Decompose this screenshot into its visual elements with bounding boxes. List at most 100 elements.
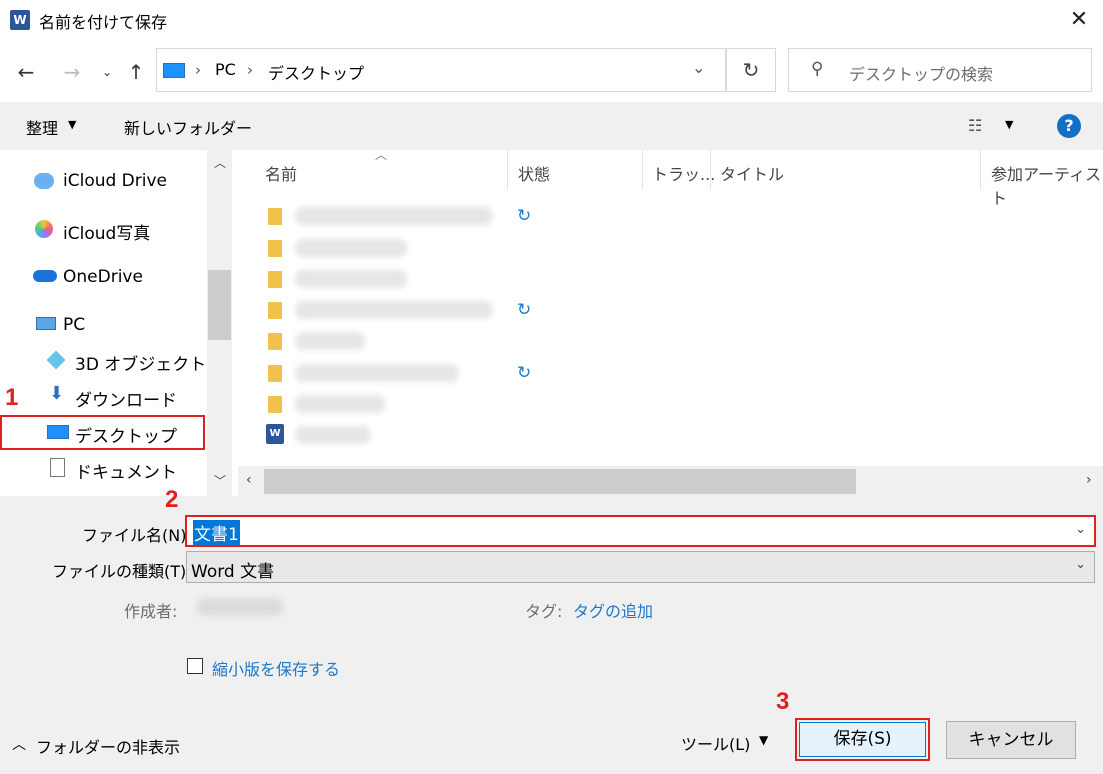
refresh-icon: ↻ <box>742 58 760 82</box>
folder-icon <box>268 333 282 350</box>
filename-input[interactable]: 文書1 ⌄ <box>185 515 1096 547</box>
folder-icon <box>268 208 282 225</box>
new-folder-button[interactable]: 新しいフォルダー <box>124 115 252 139</box>
blurred-file-name <box>295 332 365 350</box>
column-header-track[interactable]: トラッ... <box>652 161 715 185</box>
pc-icon <box>36 317 56 330</box>
view-options-icon[interactable]: ☷ <box>968 116 982 135</box>
search-box[interactable]: ⚲ デスクトップの検索 <box>788 48 1092 92</box>
filetype-select[interactable]: Word 文書 ⌄ <box>186 551 1095 583</box>
folder-icon <box>268 365 282 382</box>
column-header-name[interactable]: 名前 <box>265 161 297 185</box>
up-button[interactable]: ↑ <box>122 58 150 86</box>
filetype-value[interactable]: Word 文書 <box>191 557 274 582</box>
onedrive-icon <box>33 270 57 282</box>
help-icon[interactable]: ? <box>1057 114 1081 138</box>
scroll-right-icon[interactable]: › <box>1086 472 1092 488</box>
title-bar: W 名前を付けて保存 ✕ <box>0 0 1103 40</box>
nav-item-3d-objects[interactable]: 3D オブジェクト <box>75 350 206 375</box>
save-thumbnail-checkbox[interactable] <box>187 658 203 674</box>
blurred-file-name <box>295 239 407 257</box>
blurred-file-name <box>295 426 371 444</box>
chevron-right-icon: › <box>195 61 201 79</box>
icloud-icon <box>34 173 54 189</box>
scroll-left-icon[interactable]: ‹ <box>246 472 252 488</box>
annotation-number-3: 3 <box>776 688 790 715</box>
blurred-file-name <box>295 270 407 288</box>
sync-icon: ↻ <box>517 300 532 320</box>
back-button[interactable]: ← <box>12 58 40 86</box>
column-divider <box>642 150 643 190</box>
chevron-right-icon: › <box>247 61 253 79</box>
column-header-artist[interactable]: 参加アーティスト <box>991 161 1103 209</box>
add-tag-link[interactable]: タグの追加 <box>573 598 653 622</box>
close-icon: ✕ <box>1069 7 1089 32</box>
sort-ascending-icon: ︿ <box>375 148 388 162</box>
tags-label: タグ: <box>525 602 563 621</box>
close-button[interactable]: ✕ <box>1060 4 1098 36</box>
forward-arrow-icon: → <box>63 60 81 84</box>
3d-objects-icon <box>46 350 66 370</box>
chevron-down-icon[interactable]: ⌄ <box>1075 522 1086 537</box>
file-list: ︿ 名前 状態 トラッ... タイトル 参加アーティスト ↻ ↻ ↻ W <box>240 148 1103 466</box>
back-arrow-icon: ← <box>17 60 35 84</box>
blurred-file-name <box>295 207 493 225</box>
nav-item-icloud-drive[interactable]: iCloud Drive <box>63 171 167 191</box>
tools-caret-icon[interactable]: ▼ <box>759 733 768 747</box>
caret-down-icon[interactable]: ▼ <box>1005 118 1013 131</box>
filetype-label: ファイルの種類(T): <box>52 562 192 581</box>
folder-icon <box>268 302 282 319</box>
annotation-highlight-desktop <box>0 415 205 450</box>
folder-icon <box>268 271 282 288</box>
search-placeholder[interactable]: デスクトップの検索 <box>849 61 993 85</box>
hide-folders-label[interactable]: フォルダーの非表示 <box>36 734 180 758</box>
chevron-down-icon: ⌄ <box>101 65 113 79</box>
annotation-number-1: 1 <box>5 384 19 411</box>
tools-button[interactable]: ツール(L) <box>681 731 750 755</box>
forward-button[interactable]: → <box>58 58 86 86</box>
blurred-file-name <box>295 364 459 382</box>
blurred-file-name <box>295 395 385 413</box>
folder-icon <box>268 396 282 413</box>
address-bar[interactable]: › PC › デスクトップ <box>156 48 726 92</box>
save-button[interactable]: 保存(S) <box>799 722 926 757</box>
up-arrow-icon: ↑ <box>127 60 145 84</box>
nav-item-downloads[interactable]: ダウンロード <box>75 386 177 411</box>
organize-button[interactable]: 整理 <box>26 115 58 139</box>
search-icon: ⚲ <box>811 59 824 79</box>
column-header-status[interactable]: 状態 <box>518 161 550 185</box>
filename-value[interactable]: 文書1 <box>193 520 240 545</box>
pc-icon <box>163 63 185 78</box>
recent-locations-button[interactable]: ⌄ <box>93 58 121 86</box>
nav-item-documents[interactable]: ドキュメント <box>75 458 177 483</box>
refresh-button[interactable]: ↻ <box>726 48 776 92</box>
horizontal-scroll-thumb[interactable] <box>264 469 856 494</box>
photos-icon <box>35 220 53 238</box>
blurred-author-value[interactable] <box>197 598 283 616</box>
cancel-button[interactable]: キャンセル <box>946 721 1076 759</box>
address-dropdown-icon[interactable]: ⌄ <box>692 58 705 77</box>
breadcrumb-desktop[interactable]: デスクトップ <box>268 60 364 84</box>
document-icon <box>50 458 65 477</box>
breadcrumb-pc[interactable]: PC <box>215 60 236 79</box>
nav-item-onedrive[interactable]: OneDrive <box>63 267 143 287</box>
word-document-icon: W <box>266 424 284 444</box>
scroll-up-icon[interactable]: ︿ <box>214 154 226 171</box>
sync-icon: ↻ <box>517 363 532 383</box>
save-thumbnail-label[interactable]: 縮小版を保存する <box>212 656 340 680</box>
nav-item-pc[interactable]: PC <box>63 315 85 335</box>
column-divider <box>980 150 981 190</box>
navigation-scroll-thumb[interactable] <box>208 270 231 340</box>
nav-item-icloud-photos[interactable]: iCloud写真 <box>63 219 150 244</box>
caret-down-icon: ▼ <box>68 118 77 131</box>
word-app-icon: W <box>10 10 30 30</box>
annotation-number-2: 2 <box>165 486 179 513</box>
chevron-up-icon: ︿ <box>12 737 26 753</box>
column-divider <box>507 150 508 190</box>
scroll-down-icon[interactable]: ﹀ <box>214 472 226 489</box>
column-header-title[interactable]: タイトル <box>720 161 784 185</box>
blurred-file-name <box>295 301 493 319</box>
chevron-down-icon[interactable]: ⌄ <box>1075 557 1086 572</box>
folder-icon <box>268 240 282 257</box>
command-toolbar: 整理 ▼ 新しいフォルダー ☷ ▼ ? <box>0 102 1103 150</box>
